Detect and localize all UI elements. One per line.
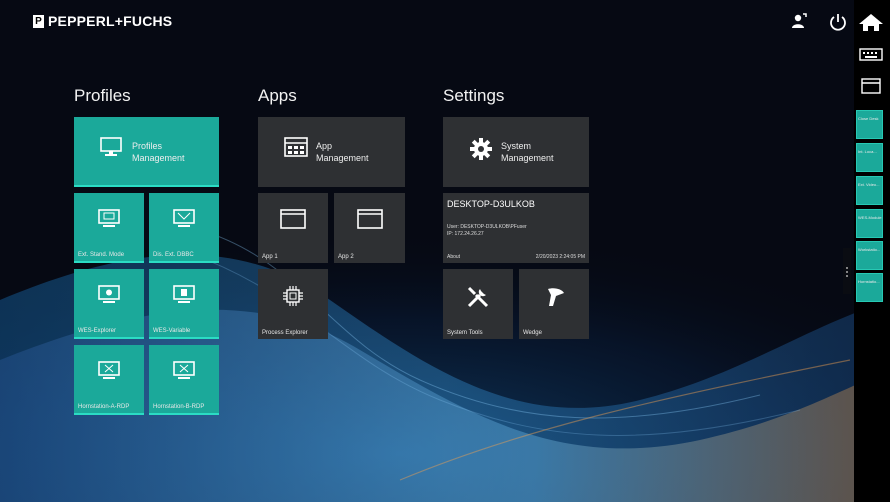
app-tile[interactable]: App 1 [258,193,328,263]
process-explorer-label: Process Explorer [262,330,308,336]
app-grid-icon [284,137,308,157]
ip-info: IP: 172.24.26.27 [447,231,484,237]
gear-icon [470,138,492,160]
app-management-label: App Management [316,141,369,163]
app-tile-label: App 2 [338,254,354,260]
app-tile[interactable]: App 2 [334,193,405,263]
process-explorer-tile[interactable]: Process Explorer [258,269,328,339]
apps-title: Apps [258,86,297,105]
system-management-tile[interactable]: System Management [443,117,589,187]
power-icon[interactable] [828,12,848,32]
monitor-icon [100,137,122,156]
wedge-label: Wedge [523,330,542,336]
brand-logo: P PEPPERL+FUCHS [33,13,172,29]
cpu-chip-icon [283,286,303,306]
system-tools-tile[interactable]: System Tools [443,269,513,339]
window-icon[interactable] [857,76,885,96]
monitor-icon [98,209,120,227]
window-icon [356,209,383,229]
datetime: 2/20/2023 2:24:05 PM [535,254,585,260]
profile-tile[interactable]: Hornstation-A-RDP [74,345,144,415]
system-tools-label: System Tools [447,330,483,336]
brand-mark-icon: P [33,14,44,28]
profile-tile-label: Ext. Stand. Mode [78,252,125,258]
profile-tile-label: Hornstation-A-RDP [78,404,130,410]
keyboard-icon[interactable] [857,44,885,64]
right-sidebar: Close Desk Int. Loca... Ext. Video... WE… [854,0,890,502]
sidebar-tile[interactable]: Int. Loca... [856,143,883,172]
app-tile-label: App 1 [262,254,278,260]
about-label: About [447,254,461,260]
sidebar-tile[interactable]: Workstatio... [856,241,883,270]
window-icon [280,209,306,229]
hostname: DESKTOP-D3ULKOB [447,199,535,209]
monitor-icon [173,285,195,303]
tools-icon [467,286,489,308]
monitor-icon [173,209,195,227]
user-switch-icon[interactable] [789,12,809,32]
sidebar-tile[interactable]: Ext. Video... [856,176,883,205]
profiles-management-label: Profiles Management [132,141,185,163]
profile-tile-label: WES-Explorer [78,328,117,334]
profile-tile-label: Dis. Ext. DBBC [153,252,194,258]
barcode-scanner-icon [548,288,564,306]
profile-tile-label: WES-Variable [153,328,191,334]
brand-name: PEPPERL+FUCHS [48,13,173,29]
monitor-icon [173,361,195,379]
monitor-icon [98,361,120,379]
sidebar-tile[interactable]: WES-Module [856,209,883,238]
sidebar-tile[interactable]: Close Desk [856,110,883,139]
device-info-tile[interactable]: DESKTOP-D3ULKOB User: DESKTOP-D3ULKOB\PF… [443,193,589,263]
profile-tile[interactable]: Dis. Ext. DBBC [149,193,219,263]
home-icon[interactable] [857,12,885,32]
user-info: User: DESKTOP-D3ULKOB\PFuser [447,224,527,230]
monitor-icon [98,285,120,303]
panel-handle[interactable] [843,248,851,294]
profile-tile[interactable]: WES-Explorer [74,269,144,339]
profile-tile[interactable]: Hornstation-B-RDP [149,345,219,415]
profile-tile-label: Hornstation-B-RDP [153,404,205,410]
system-management-label: System Management [501,141,554,163]
wedge-tile[interactable]: Wedge [519,269,589,339]
profiles-title: Profiles [74,86,131,105]
sidebar-tile[interactable]: Hornstatio... [856,273,883,302]
app-management-tile[interactable]: App Management [258,117,405,187]
settings-title: Settings [443,86,505,105]
profiles-management-tile[interactable]: Profiles Management [74,117,219,187]
profile-tile[interactable]: WES-Variable [149,269,219,339]
profile-tile[interactable]: Ext. Stand. Mode [74,193,144,263]
